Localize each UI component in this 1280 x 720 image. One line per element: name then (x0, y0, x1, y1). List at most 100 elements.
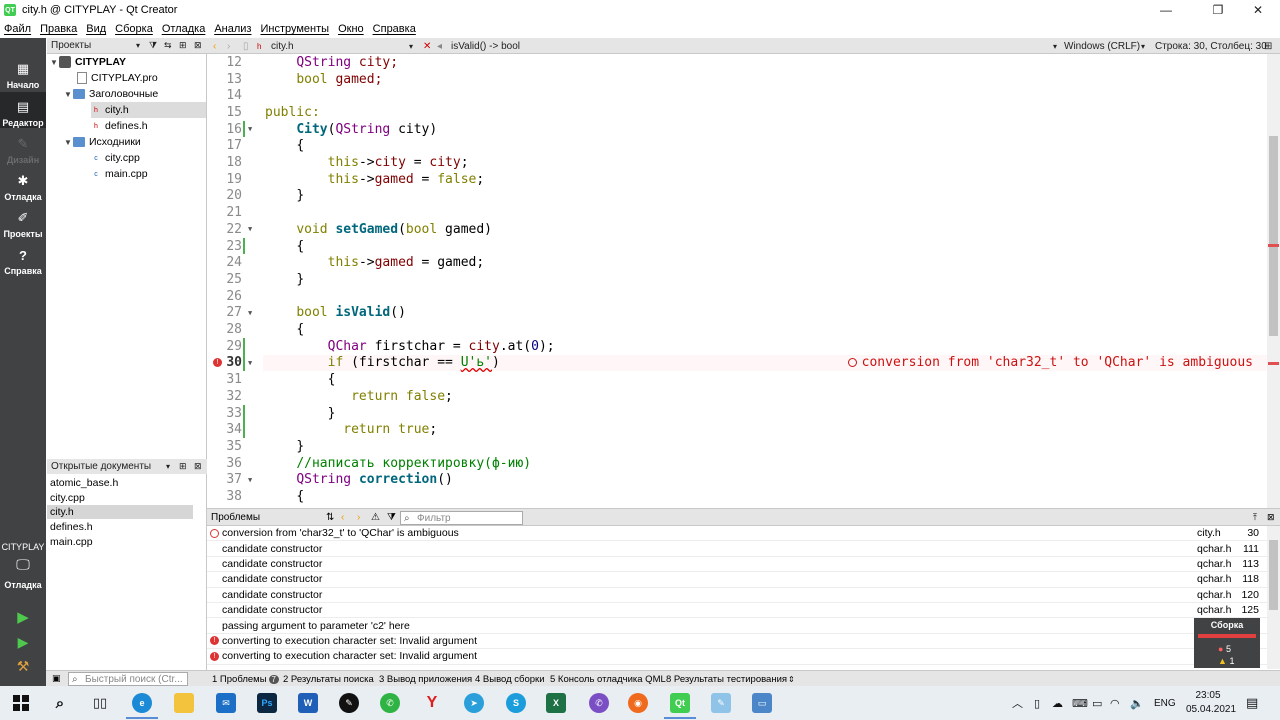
notifications-icon[interactable]: ▤ (1246, 686, 1258, 720)
tab-build-output[interactable]: 4 Вывод сборки (475, 671, 545, 687)
code-line[interactable]: 24 this->gamed = gamed; (207, 254, 1267, 271)
mode-welcome[interactable]: ▦ Начало (0, 54, 46, 90)
toggle-sidebar-icon[interactable]: ▣ (52, 673, 61, 684)
maximize-button[interactable]: ❐ (1200, 0, 1236, 20)
clock[interactable]: 23:05 05.04.2021 (1186, 689, 1236, 717)
code-editor[interactable]: 12 QString city; 13 bool gamed; 14 15 pu… (207, 54, 1280, 508)
code-line[interactable]: 26 (207, 288, 1267, 305)
yandex-icon[interactable]: Y (422, 693, 442, 713)
debug-run-icon[interactable]: ▶ (0, 634, 46, 651)
code-line-error[interactable]: ! 30 ▼ if (firstchar == U'ь') conversion… (207, 354, 1267, 372)
code-line[interactable]: 33 } (207, 404, 1267, 422)
network-icon[interactable]: ▭ (1092, 686, 1102, 720)
code-line[interactable]: 15 public: (207, 104, 1267, 121)
app-icon[interactable]: ✎ (339, 693, 359, 713)
open-doc-item[interactable]: defines.h (47, 520, 193, 534)
battery-icon[interactable]: ▯ (1034, 686, 1040, 720)
maximize-pane-icon[interactable]: ⤒ (1253, 512, 1257, 523)
code-line[interactable]: 19 this->gamed = false; (207, 171, 1267, 188)
open-doc-item[interactable]: main.cpp (47, 535, 193, 549)
problem-row[interactable]: candidate constructor qchar.h 118 (207, 572, 1267, 588)
sort-icon[interactable]: ⇅ (326, 512, 334, 523)
scrollbar-thumb[interactable] (1269, 540, 1278, 610)
code-line[interactable]: 18 this->city = city; (207, 154, 1267, 171)
locator-input[interactable]: ⌕ Быстрый поиск (Ctr... (68, 672, 188, 686)
windows-start-icon[interactable] (11, 693, 31, 713)
code-line[interactable]: 14 (207, 87, 1267, 104)
open-doc-item[interactable]: city.cpp (47, 491, 193, 505)
close-pane-icon[interactable]: ⊠ (194, 461, 202, 472)
problem-row[interactable]: candidate constructor qchar.h 120 (207, 588, 1267, 603)
tab-test-results[interactable]: 8 Результаты тестирования (666, 671, 787, 687)
code-line[interactable]: 31 { (207, 371, 1267, 388)
menu-analyze[interactable]: Анализ (214, 23, 251, 35)
editor-scrollbar[interactable] (1267, 54, 1280, 508)
code-line[interactable]: 23 { (207, 237, 1267, 255)
code-line[interactable]: 36 //написать корректировку(ф-ию) (207, 455, 1267, 472)
split-icon[interactable]: ⊞ (1264, 38, 1272, 54)
telegram-icon[interactable]: ➤ (464, 693, 484, 713)
tab-qml-console[interactable]: 5 Консоль отладчика QML (550, 671, 666, 687)
mail-icon[interactable]: ✉ (216, 693, 236, 713)
firefox-icon[interactable]: ◉ (628, 693, 648, 713)
tree-item-city-cpp[interactable]: c city.cpp (91, 150, 140, 166)
close-pane-icon[interactable]: ⊠ (194, 40, 202, 51)
next-issue-icon[interactable]: › (357, 512, 360, 523)
menu-window[interactable]: Окно (338, 23, 364, 35)
filter-icon[interactable]: ⧩ (387, 512, 396, 523)
code-line[interactable]: 35 } (207, 438, 1267, 455)
volume-icon[interactable]: 🔈 (1130, 686, 1144, 720)
code-line[interactable]: 17 { (207, 138, 1267, 155)
more-tabs-icon[interactable]: ⇕ (788, 671, 795, 687)
problem-row[interactable]: candidate constructor qchar.h 111 (207, 541, 1267, 557)
menu-tools[interactable]: Инструменты (260, 23, 329, 35)
viber-icon[interactable]: ✆ (589, 693, 609, 713)
fold-arrow-icon[interactable]: ▼ (248, 125, 252, 133)
fold-arrow-icon[interactable]: ▼ (248, 225, 252, 233)
tree-pro-file[interactable]: CITYPLAY.pro (77, 70, 158, 86)
search-icon[interactable]: ⌕ (50, 693, 70, 713)
close-button[interactable]: ✕ (1240, 0, 1276, 20)
whatsapp-icon[interactable]: ✆ (380, 693, 400, 713)
close-document-icon[interactable]: ✕ (423, 38, 431, 54)
edge-icon[interactable]: e (132, 693, 152, 713)
symbol-selector[interactable]: isValid() -> bool (451, 38, 520, 54)
problem-row[interactable]: candidate constructor qchar.h 113 (207, 557, 1267, 573)
link-icon[interactable]: ⇆ (164, 40, 172, 51)
menu-edit[interactable]: Правка (40, 23, 77, 35)
cloud-icon[interactable]: ☁ (1052, 686, 1063, 720)
filter-icon[interactable]: ⧩ (149, 40, 157, 51)
current-file-selector[interactable]: city.h (271, 38, 294, 54)
code-line[interactable]: 38 { (207, 488, 1267, 505)
problem-row[interactable]: ! converting to execution character set:… (207, 649, 1267, 665)
expand-arrow-icon[interactable]: ▼ (63, 138, 73, 147)
tab-problems[interactable]: 1 Проблемы 7 (212, 671, 279, 687)
dropdown-chevron-icon[interactable]: ▾ (1053, 38, 1057, 54)
scrollbar-error-marker[interactable] (1268, 244, 1279, 247)
dropdown-chevron-icon[interactable]: ▾ (409, 38, 413, 54)
menu-file[interactable]: Файл (4, 23, 31, 35)
scrollbar-thumb[interactable] (1269, 136, 1278, 336)
tree-sources-folder[interactable]: ▼ Исходники (63, 134, 141, 150)
wifi-icon[interactable]: ◠ (1110, 686, 1120, 720)
code-line[interactable]: 34 return true; (207, 421, 1267, 439)
problem-row[interactable]: candidate constructor qchar.h 125 (207, 603, 1267, 619)
problem-row[interactable]: ! converting to execution character set:… (207, 634, 1267, 650)
photoshop-icon[interactable]: Ps (257, 693, 277, 713)
mode-debug[interactable]: ✱ Отладка (0, 166, 46, 202)
problems-filter-input[interactable]: ⌕ Фильтр (400, 511, 523, 525)
excel-icon[interactable]: X (546, 693, 566, 713)
back-arrow-icon[interactable]: ‹ (213, 38, 216, 54)
hammer-icon[interactable]: ⚒ (0, 658, 46, 675)
keyboard-icon[interactable]: ⌨ (1072, 686, 1088, 720)
code-line[interactable]: 29 QChar firstchar = city.at(0); (207, 337, 1267, 355)
warning-filter-icon[interactable]: ⚠ (371, 512, 380, 523)
code-line[interactable]: 22 ▼ void setGamed(bool gamed) (207, 221, 1267, 238)
prev-issue-icon[interactable]: ‹ (341, 512, 344, 523)
tray-chevron-icon[interactable]: ︿ (1012, 686, 1023, 720)
problems-scrollbar[interactable] (1267, 526, 1280, 669)
tab-search-results[interactable]: 2 Результаты поиска (283, 671, 374, 687)
mode-help[interactable]: ? Справка (0, 240, 46, 277)
mode-editor[interactable]: ▤ Редактор (0, 92, 46, 128)
code-line[interactable]: 37 ▼ QString correction() (207, 472, 1267, 489)
